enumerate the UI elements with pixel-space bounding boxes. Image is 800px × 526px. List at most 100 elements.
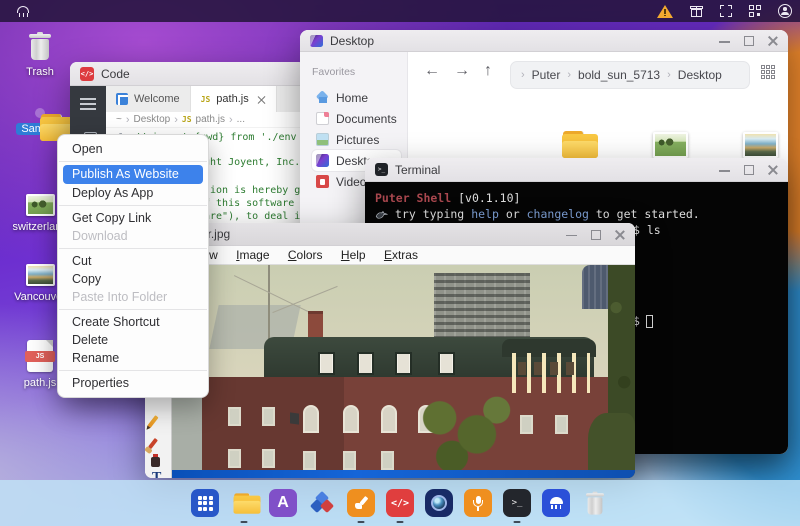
menu-extras[interactable]: Extras — [384, 246, 418, 265]
window-title: Terminal — [395, 162, 441, 177]
puter-logo-icon[interactable] — [16, 5, 31, 18]
tab-pathjs[interactable]: JS path.js — [190, 86, 277, 112]
shell-hint: try typing help or changelog to get star… — [375, 206, 778, 222]
breadcrumb-user[interactable]: bold_sun_5713 — [578, 68, 660, 82]
image-viewer-titlebar[interactable]: Vancouver.jpg — [145, 223, 635, 246]
code-window-titlebar[interactable]: </> Code — [70, 62, 305, 86]
gift-icon[interactable] — [690, 5, 703, 18]
qr-code-icon[interactable] — [749, 5, 761, 17]
image-canvas[interactable] — [172, 265, 635, 478]
menu-hamburger-icon[interactable] — [80, 98, 96, 110]
code-line: are"), to deal in — [204, 211, 305, 222]
menu-item-get-copy-link[interactable]: Get Copy Link — [58, 209, 208, 227]
maximize-icon[interactable] — [743, 164, 754, 175]
chevron-icon: › — [567, 69, 572, 81]
file-manager-titlebar[interactable]: Desktop — [300, 30, 788, 52]
menu-item-create-shortcut[interactable]: Create Shortcut — [58, 313, 208, 331]
app-launcher-icon[interactable] — [191, 489, 219, 517]
account-icon[interactable] — [778, 4, 792, 18]
dormer-window — [395, 352, 412, 375]
menu-item-cut[interactable]: Cut — [58, 252, 208, 270]
bird-icon — [375, 210, 388, 219]
tab-welcome[interactable]: Welcome — [106, 86, 191, 112]
taskbar: A </> >_ — [0, 480, 800, 526]
menu-item-open[interactable]: Open — [58, 140, 208, 158]
running-indicator — [240, 520, 248, 523]
close-icon[interactable] — [767, 35, 778, 46]
dock-text-editor-icon[interactable]: A — [269, 489, 297, 517]
dock-blocks-icon[interactable] — [308, 489, 336, 517]
forward-arrow-icon[interactable]: → — [454, 62, 470, 80]
minimize-icon[interactable] — [719, 164, 730, 175]
image-viewer-menubar: View Image Colors Help Extras — [145, 246, 635, 265]
code-app-icon: </> — [80, 66, 94, 81]
sidebar-item-home[interactable]: Home — [312, 87, 401, 108]
pencil-tool-icon[interactable] — [147, 415, 159, 428]
dock-camera-icon[interactable] — [425, 489, 453, 517]
dock-paint-icon[interactable] — [347, 489, 375, 523]
js-file-icon: JS — [25, 340, 55, 372]
menu-separator — [59, 205, 207, 206]
sidebar-item-pictures[interactable]: Pictures — [312, 129, 401, 150]
breadcrumb-desktop[interactable]: Desktop — [678, 68, 722, 82]
image-viewer-window: Vancouver.jpg View Image Colors Help Ext… — [145, 223, 635, 478]
maximize-icon[interactable] — [743, 35, 754, 46]
window-title: Desktop — [330, 33, 375, 48]
ink-tool-icon[interactable] — [151, 454, 160, 467]
editor-breadcrumb: ~ › Desktop › JS path.js › ... — [106, 112, 305, 128]
menu-item-delete[interactable]: Delete — [58, 331, 208, 349]
dock-recorder-icon[interactable] — [464, 489, 492, 517]
terminal-prompt[interactable]: $ — [633, 313, 653, 329]
breadcrumb[interactable]: › Puter › bold_sun_5713 › Desktop — [510, 61, 750, 89]
folder-icon — [233, 492, 261, 514]
menu-separator — [59, 161, 207, 162]
menu-item-publish-as-website[interactable]: Publish As Website — [63, 165, 203, 184]
close-icon[interactable] — [767, 164, 778, 175]
menu-item-properties[interactable]: Properties — [58, 374, 208, 392]
cubes-icon — [309, 490, 335, 514]
window — [262, 449, 275, 468]
window — [381, 451, 394, 470]
grid-view-icon[interactable] — [761, 65, 776, 80]
close-tab-icon[interactable] — [257, 95, 266, 104]
desktop-icon-sample[interactable]: Sample — [6, 108, 76, 141]
video-thumbnail-icon — [25, 194, 55, 216]
window — [228, 407, 241, 426]
menu-help[interactable]: Help — [341, 246, 366, 265]
fullscreen-icon[interactable] — [720, 5, 732, 17]
shell-banner: Puter Shell [v0.1.10] — [375, 191, 521, 205]
sidebar-item-documents[interactable]: Documents — [312, 108, 401, 129]
desktop-screen: Trash Sample switzerland Vancouver JS pa… — [0, 0, 800, 526]
breadcrumb-puter[interactable]: Puter — [532, 68, 561, 82]
desktop-icon-trash[interactable]: Trash — [6, 32, 74, 78]
menu-item-rename[interactable]: Rename — [58, 349, 208, 367]
menu-item-copy[interactable]: Copy — [58, 270, 208, 288]
dormer-window — [357, 352, 374, 375]
dock-files-icon[interactable] — [230, 489, 261, 523]
up-arrow-icon[interactable]: ↑ — [484, 62, 492, 80]
desktop-icon-label: Trash — [26, 66, 54, 78]
terminal-titlebar[interactable]: >_ Terminal — [365, 158, 788, 182]
sidebar-header: Favorites — [312, 66, 356, 78]
menu-colors[interactable]: Colors — [288, 246, 323, 265]
dock-terminal-icon[interactable]: >_ — [503, 489, 531, 523]
menu-image[interactable]: Image — [236, 246, 269, 265]
text-tool-icon[interactable]: T — [152, 471, 161, 479]
minimize-icon[interactable] — [719, 35, 730, 46]
menu-item-deploy-as-app[interactable]: Deploy As App — [58, 184, 208, 202]
menu-item-paste-into-folder: Paste Into Folder — [72, 290, 168, 304]
back-arrow-icon[interactable]: ← — [424, 62, 440, 80]
dormer-window — [318, 352, 335, 375]
minimize-icon[interactable] — [566, 229, 577, 240]
brush-tool-icon[interactable] — [148, 437, 158, 450]
dock-trash-icon[interactable] — [581, 489, 609, 517]
dock-puter-icon[interactable] — [542, 489, 570, 517]
water-strip — [172, 470, 635, 478]
dock-code-icon[interactable]: </> — [386, 489, 414, 523]
maximize-icon[interactable] — [590, 229, 601, 240]
close-icon[interactable] — [614, 229, 625, 240]
warning-icon[interactable] — [657, 4, 673, 18]
arched-window — [381, 405, 397, 433]
context-menu: Open Publish As Website Deploy As App Ge… — [57, 134, 209, 398]
video-thumbnail-icon — [652, 132, 688, 158]
